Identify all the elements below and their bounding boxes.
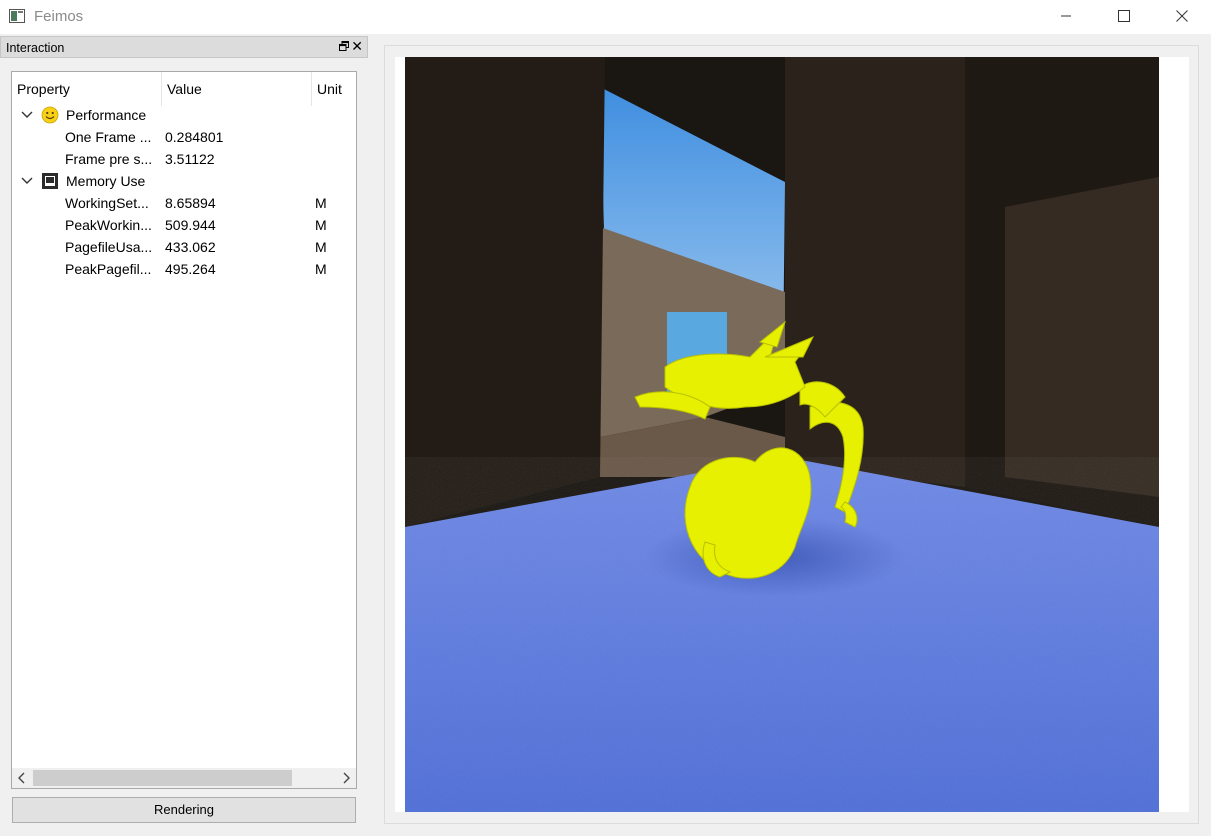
title-bar: Feimos: [0, 0, 1211, 34]
scrollbar-thumb[interactable]: [33, 770, 292, 786]
value-cell: 433.062: [165, 239, 216, 255]
table-row[interactable]: PeakWorkin... 509.944 M: [12, 214, 356, 236]
column-header-unit[interactable]: Unit: [312, 72, 356, 106]
dock-title: Interaction: [6, 41, 65, 55]
window-title: Feimos: [34, 8, 84, 25]
chevron-down-icon[interactable]: [19, 173, 35, 189]
value-cell: 0.284801: [165, 129, 224, 145]
group-label-performance: Performance: [66, 107, 147, 123]
property-cell: One Frame ...: [65, 129, 152, 145]
maximize-icon: [1118, 10, 1130, 22]
rendered-scene: [405, 57, 1159, 812]
tree-header: Property Value Unit: [12, 72, 356, 106]
table-row[interactable]: One Frame ... 0.284801: [12, 126, 356, 148]
value-cell: 495.264: [165, 261, 216, 277]
chevron-down-icon[interactable]: [19, 107, 35, 123]
table-row[interactable]: WorkingSet... 8.65894 M: [12, 192, 356, 214]
column-header-property[interactable]: Property: [12, 72, 162, 106]
float-window-icon[interactable]: [339, 41, 349, 51]
value-cell: 8.65894: [165, 195, 216, 211]
scroll-right-icon[interactable]: [338, 770, 354, 786]
horizontal-scrollbar[interactable]: [12, 768, 356, 788]
property-cell: Frame pre s...: [65, 151, 153, 167]
tree-group-memory-use[interactable]: Memory Use: [12, 170, 356, 192]
close-button[interactable]: [1153, 0, 1211, 32]
rendering-button[interactable]: Rendering: [12, 797, 356, 823]
unit-cell: M: [315, 195, 327, 211]
minimize-icon: [1061, 15, 1071, 17]
render-image[interactable]: [405, 57, 1159, 812]
close-icon: [1176, 10, 1188, 22]
property-cell: WorkingSet...: [65, 195, 149, 211]
tree-group-performance[interactable]: Performance: [12, 104, 356, 126]
table-row[interactable]: PagefileUsa... 433.062 M: [12, 236, 356, 258]
unit-cell: M: [315, 239, 327, 255]
app-icon: [9, 9, 25, 23]
group-label-memory-use: Memory Use: [66, 173, 146, 189]
property-cell: PeakPagefil...: [65, 261, 152, 277]
property-cell: PeakWorkin...: [65, 217, 152, 233]
property-tree[interactable]: Property Value Unit Performance One Fram…: [11, 71, 357, 789]
column-header-value[interactable]: Value: [162, 72, 312, 106]
property-cell: PagefileUsa...: [65, 239, 153, 255]
dock-close-button[interactable]: ✕: [351, 38, 363, 54]
table-row[interactable]: PeakPagefil... 495.264 M: [12, 258, 356, 280]
minimize-button[interactable]: [1037, 0, 1095, 32]
unit-cell: M: [315, 217, 327, 233]
value-cell: 3.51122: [165, 151, 215, 167]
maximize-button[interactable]: [1095, 0, 1153, 32]
dock-header[interactable]: Interaction ✕: [0, 36, 368, 58]
table-row[interactable]: Frame pre s... 3.51122: [12, 148, 356, 170]
smiley-icon: [41, 106, 59, 124]
unit-cell: M: [315, 261, 327, 277]
memory-icon: [42, 173, 58, 189]
value-cell: 509.944: [165, 217, 216, 233]
scroll-left-icon[interactable]: [14, 770, 30, 786]
